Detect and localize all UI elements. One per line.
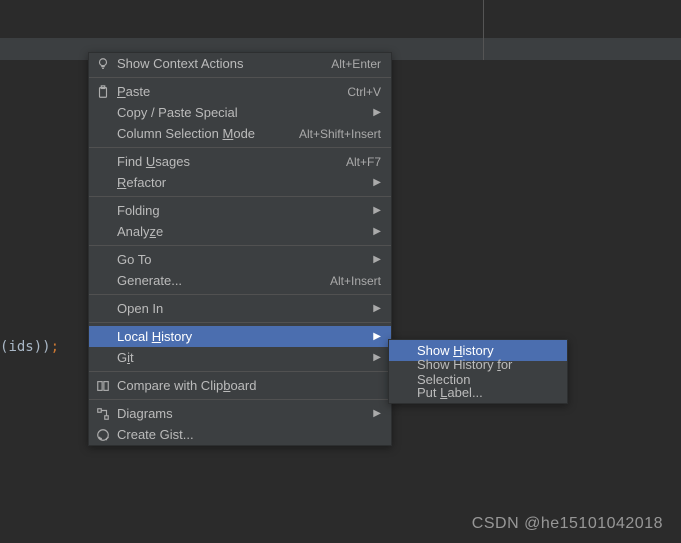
menu-item-git[interactable]: Git▶ (89, 347, 391, 368)
submenu-arrow-icon: ▶ (373, 205, 381, 216)
menu-item-label: Column Selection Mode (117, 126, 299, 141)
menu-item-label: Find Usages (117, 154, 346, 169)
menu-item-label: Copy / Paste Special (117, 105, 381, 120)
watermark: CSDN @he15101042018 (472, 515, 663, 533)
menu-item-show-history-selection[interactable]: Show History for Selection (389, 361, 567, 382)
submenu-arrow-icon: ▶ (373, 254, 381, 265)
menu-separator (89, 77, 391, 78)
code-fragment: (ids)); (0, 339, 59, 355)
menu-item-copy-paste-special[interactable]: Copy / Paste Special▶ (89, 102, 391, 123)
menu-item-shortcut: Alt+Insert (330, 274, 381, 288)
submenu-arrow-icon: ▶ (373, 107, 381, 118)
submenu-arrow-icon: ▶ (373, 177, 381, 188)
menu-item-analyze[interactable]: Analyze▶ (89, 221, 391, 242)
menu-item-go-to[interactable]: Go To▶ (89, 249, 391, 270)
menu-item-label: Analyze (117, 224, 381, 239)
menu-item-show-context-actions[interactable]: Show Context ActionsAlt+Enter (89, 53, 391, 74)
submenu-arrow-icon: ▶ (373, 408, 381, 419)
menu-item-label: Go To (117, 252, 381, 267)
bulb-icon (95, 56, 111, 72)
menu-item-column-selection-mode[interactable]: Column Selection ModeAlt+Shift+Insert (89, 123, 391, 144)
clipboard-icon (95, 84, 111, 100)
submenu-arrow-icon: ▶ (373, 352, 381, 363)
menu-item-folding[interactable]: Folding▶ (89, 200, 391, 221)
menu-item-label: Show Context Actions (117, 56, 331, 71)
menu-item-put-label[interactable]: Put Label... (389, 382, 567, 403)
menu-item-label: Create Gist... (117, 427, 381, 442)
menu-item-find-usages[interactable]: Find UsagesAlt+F7 (89, 151, 391, 172)
menu-item-label: Open In (117, 301, 381, 316)
menu-separator (89, 245, 391, 246)
menu-item-label: Local History (117, 329, 381, 344)
menu-item-create-gist[interactable]: Create Gist... (89, 424, 391, 445)
compare-icon (95, 378, 111, 394)
submenu-arrow-icon: ▶ (373, 303, 381, 314)
context-menu[interactable]: Show Context ActionsAlt+Enter PasteCtrl+V… (88, 52, 392, 446)
menu-separator (89, 196, 391, 197)
menu-item-label: Refactor (117, 175, 381, 190)
menu-item-label: Generate... (117, 273, 330, 288)
submenu-arrow-icon: ▶ (373, 331, 381, 342)
menu-item-compare-clipboard[interactable]: Compare with Clipboard (89, 375, 391, 396)
local-history-submenu[interactable]: Show HistoryShow History for SelectionPu… (388, 339, 568, 404)
menu-item-label: Paste (117, 84, 347, 99)
menu-separator (89, 322, 391, 323)
menu-separator (89, 371, 391, 372)
menu-item-refactor[interactable]: Refactor▶ (89, 172, 391, 193)
submenu-arrow-icon: ▶ (373, 226, 381, 237)
menu-item-label: Git (117, 350, 381, 365)
menu-item-label: Compare with Clipboard (117, 378, 381, 393)
menu-item-shortcut: Alt+Shift+Insert (299, 127, 381, 141)
menu-item-generate[interactable]: Generate...Alt+Insert (89, 270, 391, 291)
menu-item-shortcut: Ctrl+V (347, 85, 381, 99)
menu-item-paste[interactable]: PasteCtrl+V (89, 81, 391, 102)
menu-item-shortcut: Alt+F7 (346, 155, 381, 169)
menu-item-label: Put Label... (417, 385, 557, 400)
github-icon (95, 427, 111, 443)
menu-separator (89, 147, 391, 148)
menu-item-label: Folding (117, 203, 381, 218)
title-bar (0, 0, 681, 38)
menu-item-diagrams[interactable]: Diagrams▶ (89, 403, 391, 424)
code-text: (ids)); (0, 339, 59, 355)
diagram-icon (95, 406, 111, 422)
menu-item-local-history[interactable]: Local History▶ (89, 326, 391, 347)
menu-item-open-in[interactable]: Open In▶ (89, 298, 391, 319)
menu-separator (89, 294, 391, 295)
menu-separator (89, 399, 391, 400)
menu-item-label: Diagrams (117, 406, 381, 421)
menu-item-shortcut: Alt+Enter (331, 57, 381, 71)
